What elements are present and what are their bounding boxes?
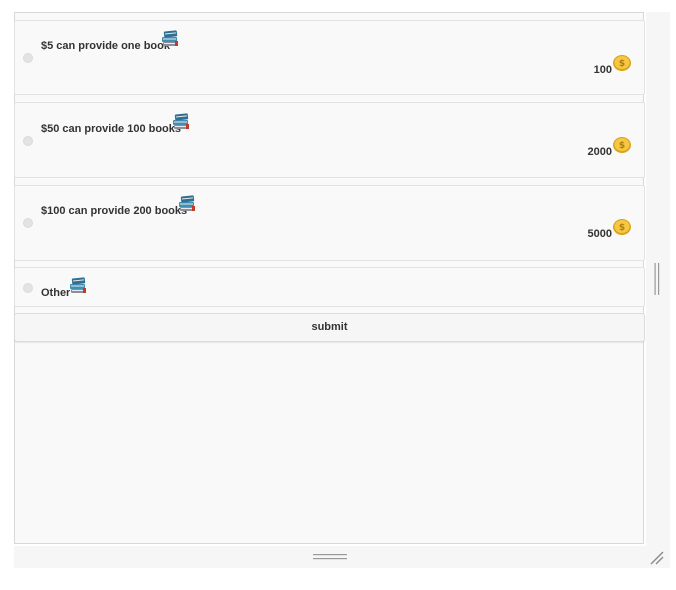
coin-icon: $ — [613, 219, 631, 235]
donation-option-other[interactable]: Other — [14, 267, 645, 307]
svg-text:$: $ — [619, 59, 625, 69]
option-label: $50 can provide 100 books — [41, 123, 182, 135]
page: $5 can provide one book 100 $ $50 can pr… — [0, 0, 676, 590]
donation-option-100[interactable]: $100 can provide 200 books 5000 $ — [14, 185, 645, 261]
submit-button[interactable]: submit — [14, 313, 645, 342]
books-icon — [162, 30, 178, 46]
option-label: $100 can provide 200 books — [41, 205, 188, 217]
price-value: 2000 — [587, 146, 612, 158]
books-icon — [179, 195, 195, 211]
horizontal-resize-grip-icon[interactable] — [313, 553, 347, 561]
svg-text:$: $ — [619, 141, 625, 151]
books-icon — [70, 277, 86, 293]
price-value: 5000 — [587, 228, 612, 240]
donation-option-5[interactable]: $5 can provide one book 100 $ — [14, 20, 645, 95]
radio-button[interactable] — [23, 283, 33, 293]
vertical-resize-grip-icon[interactable] — [654, 263, 660, 295]
option-label: Other — [41, 287, 71, 299]
coin-icon: $ — [613, 137, 631, 153]
price-value: 100 — [593, 64, 612, 76]
coin-icon: $ — [613, 55, 631, 71]
resize-corner-icon[interactable] — [649, 550, 665, 566]
radio-button[interactable] — [23, 136, 33, 146]
radio-button[interactable] — [23, 53, 33, 63]
books-icon — [173, 113, 189, 129]
donation-option-50[interactable]: $50 can provide 100 books 2000 $ — [14, 102, 645, 178]
option-label: $5 can provide one book — [41, 40, 170, 52]
svg-text:$: $ — [619, 223, 625, 233]
radio-button[interactable] — [23, 218, 33, 228]
